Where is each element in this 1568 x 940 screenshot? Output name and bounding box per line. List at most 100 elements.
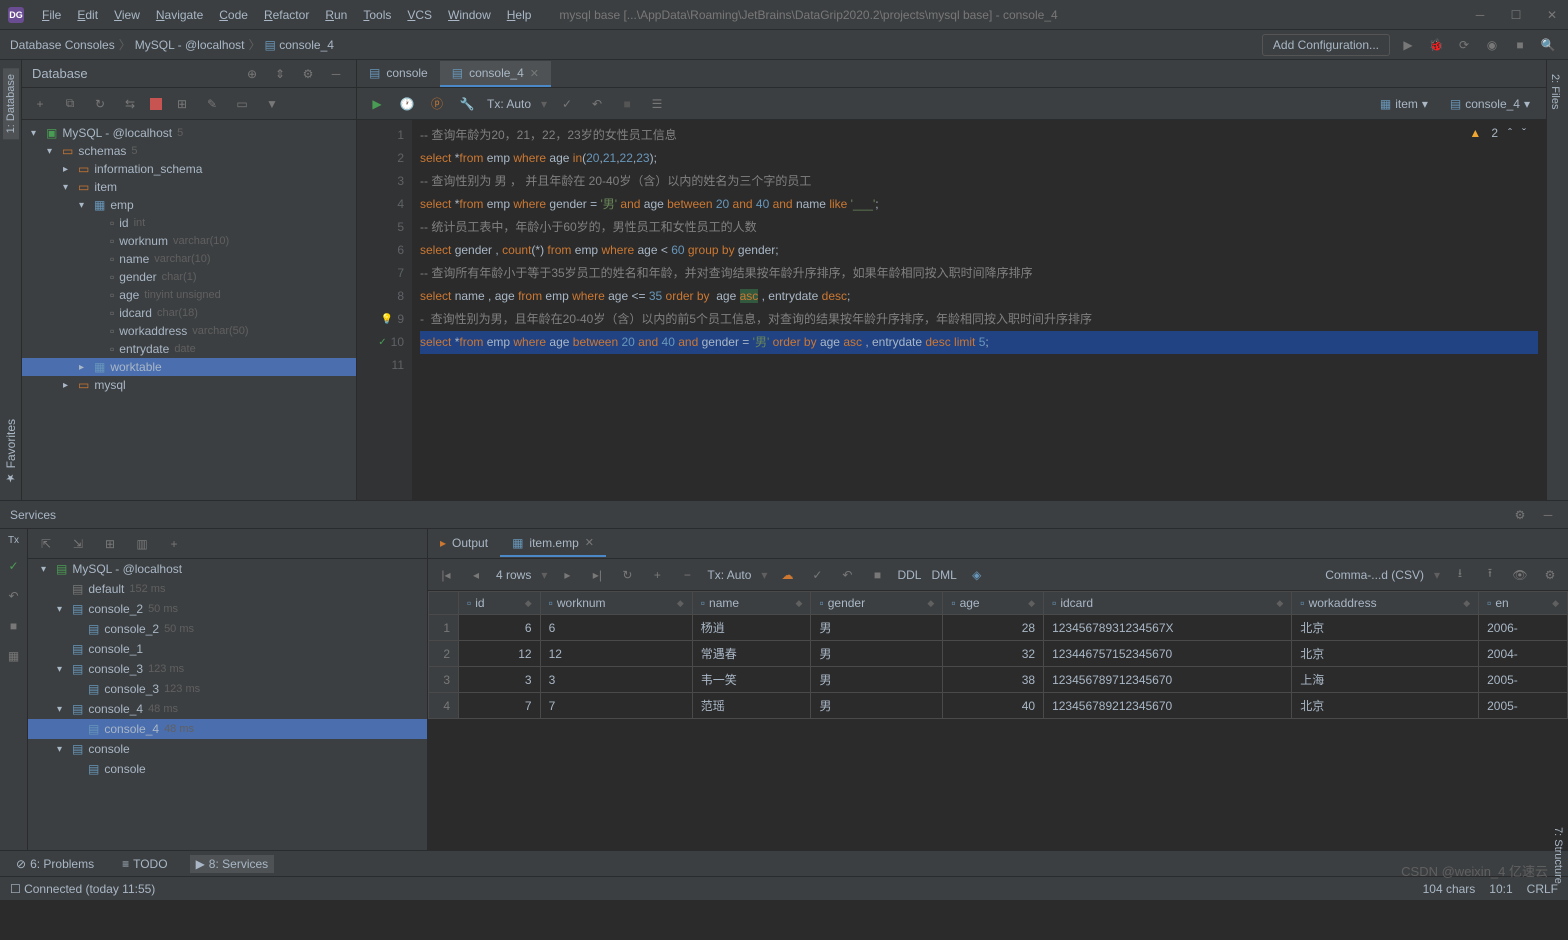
- service-tree-item[interactable]: ▤console_250 ms: [28, 619, 427, 639]
- database-tool-tab[interactable]: 1: Database: [3, 68, 19, 139]
- problems-tab[interactable]: ⊘ 6: Problems: [10, 855, 100, 873]
- column-header[interactable]: ▫age◆: [943, 592, 1044, 615]
- breadcrumb-item[interactable]: ▤ console_4: [265, 38, 334, 52]
- menu-code[interactable]: Code: [211, 4, 256, 26]
- duplicate-icon[interactable]: ⧉: [60, 94, 80, 114]
- target-icon[interactable]: ⊕: [242, 64, 262, 84]
- last-page-icon[interactable]: ▸|: [587, 565, 607, 585]
- minimize-icon[interactable]: ─: [1538, 505, 1558, 525]
- column-header[interactable]: ▫en◆: [1479, 592, 1568, 615]
- ddl-button[interactable]: DDL: [897, 568, 921, 582]
- profile-icon[interactable]: ◉: [1482, 35, 1502, 55]
- column-header[interactable]: ▫worknum◆: [540, 592, 692, 615]
- service-tree-item[interactable]: ▤console_3123 ms: [28, 679, 427, 699]
- tree-item[interactable]: ▸▦worktable: [22, 358, 356, 376]
- sync-icon[interactable]: ⇆: [120, 94, 140, 114]
- rollback-icon[interactable]: ↶: [4, 586, 24, 606]
- group-icon[interactable]: ⊞: [100, 534, 120, 554]
- menu-refactor[interactable]: Refactor: [256, 4, 317, 26]
- table-icon[interactable]: ⊞: [172, 94, 192, 114]
- add-icon[interactable]: +: [164, 534, 184, 554]
- explain-icon[interactable]: ⓟ: [427, 94, 447, 114]
- prev-icon[interactable]: ˆ: [1508, 126, 1512, 140]
- add-row-icon[interactable]: +: [647, 565, 667, 585]
- output-tab[interactable]: ▸Output: [428, 531, 500, 557]
- console-icon[interactable]: ▭: [232, 94, 252, 114]
- service-tree-item[interactable]: ▾▤console_250 ms: [28, 599, 427, 619]
- cancel-icon[interactable]: ■: [4, 616, 24, 636]
- close-icon[interactable]: ✕: [585, 536, 594, 549]
- breadcrumb-item[interactable]: MySQL - @localhost: [135, 38, 245, 52]
- stop-icon[interactable]: ■: [867, 565, 887, 585]
- tree-item[interactable]: ▫idcardchar(18): [22, 304, 356, 322]
- tree-item[interactable]: ▾▭schemas5: [22, 142, 356, 160]
- view-icon[interactable]: 👁: [1510, 565, 1530, 585]
- first-page-icon[interactable]: |◂: [436, 565, 456, 585]
- menu-file[interactable]: File: [34, 4, 69, 26]
- remove-row-icon[interactable]: −: [677, 565, 697, 585]
- tree-item[interactable]: ▫worknumvarchar(10): [22, 232, 356, 250]
- gear-icon[interactable]: ⚙: [1540, 565, 1560, 585]
- tree-item[interactable]: ▫workaddressvarchar(50): [22, 322, 356, 340]
- tx-icon[interactable]: Tx: [8, 535, 19, 546]
- table-row[interactable]: 166杨逍男2812345678931234567X北京2006-: [429, 615, 1568, 641]
- service-tree-item[interactable]: ▤default152 ms: [28, 579, 427, 599]
- collapse-icon[interactable]: ⇲: [68, 534, 88, 554]
- menu-edit[interactable]: Edit: [69, 4, 106, 26]
- table-row[interactable]: 477范瑶男40123456789212345670北京2005-: [429, 693, 1568, 719]
- layout-icon[interactable]: ☰: [647, 94, 667, 114]
- table-row[interactable]: 333韦一笑男38123456789712345670上海2005-: [429, 667, 1568, 693]
- export-format[interactable]: Comma-...d (CSV): [1325, 568, 1424, 582]
- inspection-widget[interactable]: ▲ 2 ˆ ˇ: [1469, 126, 1526, 140]
- files-tab[interactable]: 2: Files: [1547, 68, 1563, 115]
- favorites-tab[interactable]: ★ Favorites: [2, 413, 20, 490]
- service-tree-item[interactable]: ▾▤console_3123 ms: [28, 659, 427, 679]
- tx-mode[interactable]: Tx: Auto: [707, 568, 751, 582]
- column-header[interactable]: ▫workaddress◆: [1292, 592, 1479, 615]
- tree-item[interactable]: ▾▣MySQL - @localhost5: [22, 124, 356, 142]
- execute-icon[interactable]: ▶: [367, 94, 387, 114]
- tree-item[interactable]: ▫agetinyint unsigned: [22, 286, 356, 304]
- tree-item[interactable]: ▾▦emp: [22, 196, 356, 214]
- tx-selector[interactable]: Tx: Auto: [487, 97, 531, 111]
- column-header[interactable]: ▫gender◆: [811, 592, 943, 615]
- edit-icon[interactable]: ✎: [202, 94, 222, 114]
- submit-icon[interactable]: ☁: [777, 565, 797, 585]
- expand-icon[interactable]: ⇱: [36, 534, 56, 554]
- tree-item[interactable]: ▫genderchar(1): [22, 268, 356, 286]
- column-header[interactable]: ▫name◆: [692, 592, 811, 615]
- collapse-icon[interactable]: ⇕: [270, 64, 290, 84]
- cancel-icon[interactable]: ■: [617, 94, 637, 114]
- refresh-icon[interactable]: ↻: [90, 94, 110, 114]
- add-configuration-button[interactable]: Add Configuration...: [1262, 34, 1390, 56]
- service-tree-item[interactable]: ▾▤console: [28, 739, 427, 759]
- maximize-button[interactable]: ☐: [1508, 7, 1524, 23]
- debug-icon[interactable]: 🐞: [1426, 35, 1446, 55]
- compare-icon[interactable]: ◈: [967, 565, 987, 585]
- tree-item[interactable]: ▫namevarchar(10): [22, 250, 356, 268]
- minimize-button[interactable]: ─: [1472, 7, 1488, 23]
- prev-page-icon[interactable]: ◂: [466, 565, 486, 585]
- next-page-icon[interactable]: ▸: [557, 565, 577, 585]
- editor-tab[interactable]: ▤console: [357, 61, 440, 87]
- todo-tab[interactable]: ≡ TODO: [116, 855, 173, 873]
- table-row[interactable]: 21212常遇春男32123446757152345670北京2004-: [429, 641, 1568, 667]
- menu-window[interactable]: Window: [440, 4, 499, 26]
- commit-icon[interactable]: ✓: [4, 556, 24, 576]
- wrench-icon[interactable]: 🔧: [457, 94, 477, 114]
- upload-icon[interactable]: ⭱: [1480, 565, 1500, 585]
- menu-help[interactable]: Help: [499, 4, 540, 26]
- service-tree-item[interactable]: ▾▤console_448 ms: [28, 699, 427, 719]
- gear-icon[interactable]: ⚙: [298, 64, 318, 84]
- layout-icon[interactable]: ▦: [4, 646, 24, 666]
- commit-icon[interactable]: ✓: [807, 565, 827, 585]
- table-tab[interactable]: ▦item.emp✕: [500, 531, 606, 557]
- tree-item[interactable]: ▫entrydatedate: [22, 340, 356, 358]
- session-selector[interactable]: ▤ console_4 ▾: [1444, 95, 1536, 113]
- result-grid[interactable]: ▫id◆▫worknum◆▫name◆▫gender◆▫age◆▫idcard◆…: [428, 591, 1568, 850]
- stop-icon[interactable]: ⟳: [1454, 35, 1474, 55]
- breadcrumb-item[interactable]: Database Consoles: [10, 38, 115, 52]
- tree-item[interactable]: ▸▭information_schema: [22, 160, 356, 178]
- services-tab[interactable]: ▶ 8: Services: [190, 855, 275, 873]
- reload-icon[interactable]: ↻: [617, 565, 637, 585]
